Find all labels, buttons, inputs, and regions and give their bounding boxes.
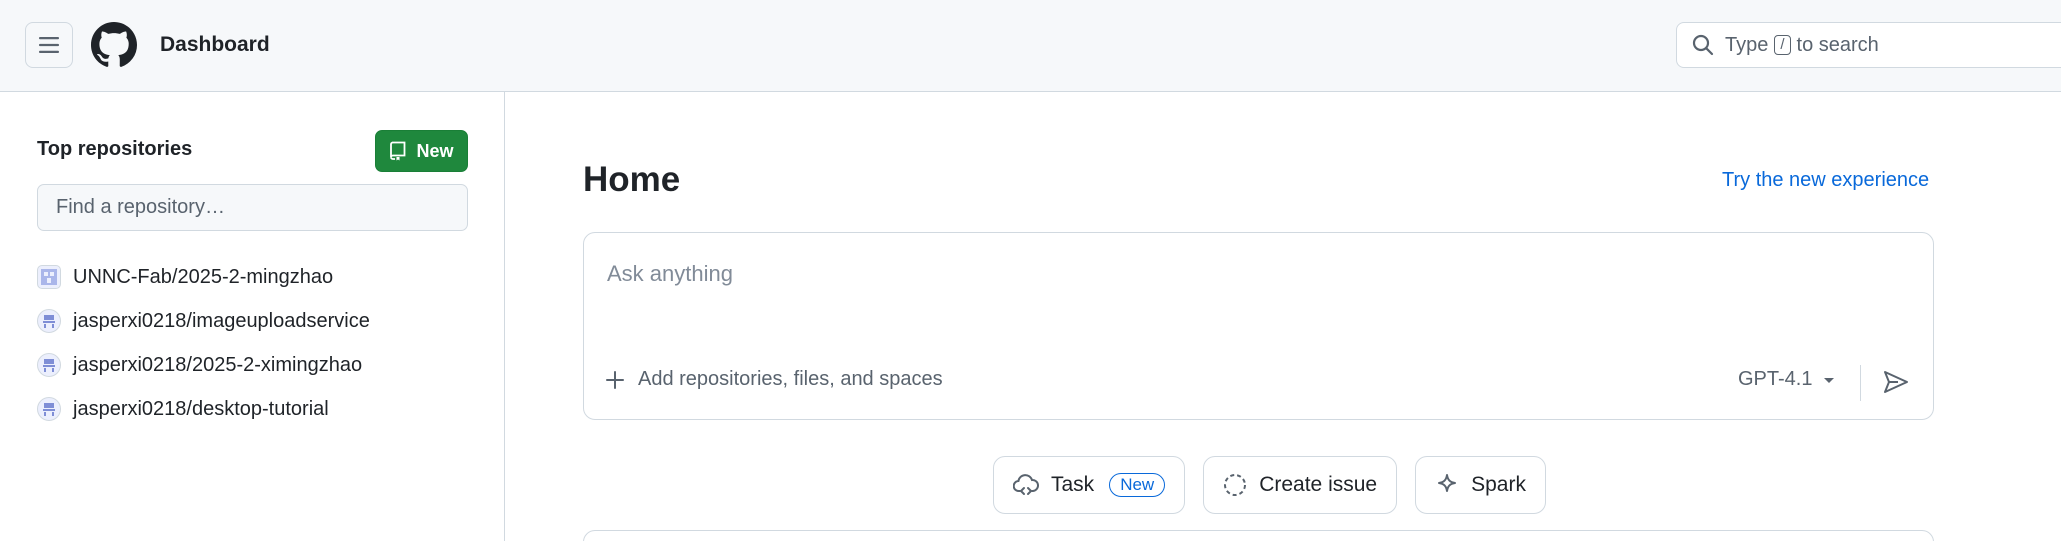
hamburger-icon [39, 37, 59, 53]
search-shortcut-key: / [1774, 35, 1791, 55]
model-label: GPT-4.1 [1738, 368, 1813, 390]
ask-input[interactable] [607, 261, 1807, 287]
new-badge: New [1109, 473, 1166, 497]
add-context-label: Add repositories, files, and spaces [638, 368, 943, 390]
triangle-down-icon [1824, 377, 1835, 383]
sidebar: Top repositories New UNNC-Fab/2025-2-min… [0, 92, 505, 541]
repo-name: jasperxi0218/2025-2-ximingzhao [73, 353, 363, 376]
github-logo-icon[interactable] [91, 22, 137, 68]
find-repository-input[interactable] [37, 184, 468, 231]
feed-card [583, 530, 1934, 541]
top-header: Dashboard Type / to search [0, 0, 2061, 92]
home-heading: Home [583, 160, 681, 199]
search-icon [1692, 34, 1714, 56]
send-button[interactable] [1881, 367, 1911, 397]
new-repository-button[interactable]: New [375, 130, 468, 172]
sparkle-icon [1438, 474, 1457, 492]
spark-button[interactable]: Spark [1415, 456, 1546, 514]
task-label: Task [1051, 473, 1095, 496]
menu-button[interactable] [25, 22, 73, 68]
repo-name: UNNC-Fab/2025-2-mingzhao [73, 265, 334, 288]
top-repositories-heading: Top repositories [37, 138, 193, 160]
search-suffix: to search [1796, 33, 1879, 56]
copilot-ask-box: Add repositories, files, and spaces GPT-… [583, 232, 1934, 420]
list-item[interactable]: jasperxi0218/desktop-tutorial [37, 387, 477, 431]
quick-actions: Task New Create issue Spark [993, 456, 1546, 514]
try-new-experience-link[interactable]: Try the new experience [1722, 169, 1929, 192]
task-button[interactable]: Task New [993, 456, 1186, 514]
create-issue-label: Create issue [1259, 473, 1378, 496]
list-item[interactable]: UNNC-Fab/2025-2-mingzhao [37, 255, 477, 299]
user-avatar-icon [37, 309, 61, 333]
divider [1860, 365, 1861, 401]
repo-name: jasperxi0218/desktop-tutorial [73, 397, 329, 420]
search-prefix: Type [1725, 33, 1769, 56]
page-title[interactable]: Dashboard [160, 33, 270, 57]
repository-list: UNNC-Fab/2025-2-mingzhao jasperxi0218/im… [37, 255, 477, 431]
list-item[interactable]: jasperxi0218/2025-2-ximingzhao [37, 343, 477, 387]
cloud-agent-icon [1013, 474, 1039, 495]
search-input[interactable]: Type / to search [1676, 22, 2061, 68]
user-avatar-icon [37, 353, 61, 377]
repo-icon [390, 141, 406, 161]
new-button-label: New [416, 140, 454, 161]
user-avatar-icon [37, 397, 61, 421]
paper-airplane-icon [1884, 371, 1908, 393]
org-avatar-icon [37, 265, 61, 289]
issue-draft-icon [1224, 474, 1247, 496]
spark-label: Spark [1471, 473, 1526, 496]
add-context-button[interactable]: Add repositories, files, and spaces [606, 368, 943, 391]
create-issue-button[interactable]: Create issue [1203, 456, 1398, 514]
repo-name: jasperxi0218/imageuploadservice [73, 309, 370, 332]
model-select[interactable]: GPT-4.1 [1738, 368, 1836, 391]
list-item[interactable]: jasperxi0218/imageuploadservice [37, 299, 477, 343]
plus-icon [606, 370, 624, 389]
